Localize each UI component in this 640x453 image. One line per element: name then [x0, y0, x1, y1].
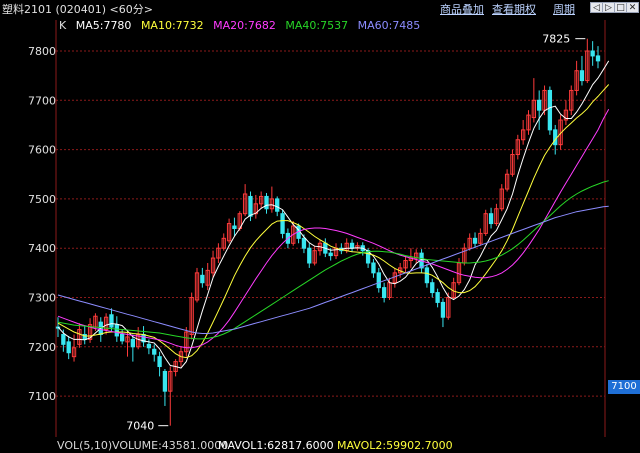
- title-bar: 塑料2101 (020401) <60分> 商品叠加 查看期权 周期 ◁ ▷ □…: [0, 0, 640, 18]
- low-label: 7040: [126, 420, 154, 433]
- candle-down: [579, 70, 585, 82]
- y-tick-label: 7500: [28, 193, 56, 206]
- candle-down: [435, 292, 440, 303]
- candle-down: [371, 262, 376, 274]
- candle-down: [349, 242, 355, 249]
- y-tick-label: 7300: [28, 292, 56, 305]
- candle-down: [440, 301, 446, 318]
- candle-down: [328, 252, 333, 257]
- candle-down: [275, 198, 280, 212]
- y-tick-label: 7700: [28, 94, 56, 107]
- high-label: 7825: [542, 33, 570, 46]
- mavol1-value: MAVOL1:62817.6000: [218, 439, 334, 452]
- candle-down: [152, 348, 157, 355]
- candles: [55, 38, 601, 426]
- candle-down: [109, 314, 114, 328]
- candle-down: [430, 282, 435, 294]
- candle-down: [162, 370, 168, 392]
- mavol2-value: MAVOL2:59902.7000: [337, 439, 453, 452]
- legend-ma20: MA20:7682: [213, 19, 276, 32]
- candle-down: [146, 343, 152, 349]
- candle-down: [200, 274, 205, 284]
- legend-ma10: MA10:7732: [140, 19, 204, 32]
- volume-bar: VOL(5,10) VOLUME:43581.0000 MAVOL1:62817…: [0, 437, 640, 453]
- candle-down: [488, 213, 494, 225]
- candle-down: [130, 338, 136, 348]
- window-title: 塑料2101 (020401) <60分>: [2, 3, 153, 16]
- kline-chart[interactable]: 7100 7200 7300 7400 7500 7600 7700 7800 7825 704…: [0, 0, 640, 437]
- ma-line-ma10: [57, 84, 610, 359]
- candle-down: [66, 341, 71, 354]
- candle-down: [157, 356, 162, 368]
- vol-label: VOL(5,10): [57, 439, 113, 452]
- legend-ma60: MA60:7485: [357, 19, 421, 32]
- candle-down: [120, 333, 125, 342]
- vol-value: VOLUME:43581.0000: [112, 439, 229, 452]
- candle-down: [553, 129, 558, 146]
- candle-down: [248, 195, 253, 217]
- candle-down: [472, 237, 478, 244]
- ma-line-ma40: [57, 180, 609, 340]
- ma-line-ma60: [57, 205, 609, 334]
- candle-down: [381, 287, 387, 299]
- legend-ma5: MA5:7780: [75, 19, 132, 32]
- current-price-tag: 7100: [608, 380, 640, 394]
- ma-line-ma5: [57, 60, 610, 369]
- candle-down: [307, 247, 312, 264]
- candle-down: [264, 195, 269, 210]
- candle-down: [590, 50, 595, 57]
- candle-down: [114, 324, 119, 337]
- candle-down: [424, 267, 430, 284]
- period-link[interactable]: 周期: [553, 1, 575, 17]
- y-tick-label: 7200: [28, 341, 56, 354]
- grid-lines: [55, 20, 606, 437]
- legend-ma40: MA40:7537: [285, 19, 349, 32]
- y-tick-label: 7600: [28, 144, 56, 157]
- candle-down: [537, 99, 542, 111]
- candle-down: [595, 55, 601, 62]
- view-option-link[interactable]: 查看期权: [492, 1, 536, 17]
- candle-down: [376, 272, 381, 289]
- ma-legend: K MA5:7780 MA10:7732 MA20:7682 MA40:7537…: [59, 19, 426, 32]
- candle-down: [547, 89, 553, 131]
- legend-k: K: [59, 19, 67, 32]
- ma-lines: [57, 60, 610, 369]
- candle-down: [301, 237, 307, 249]
- y-tick-label: 7100: [28, 390, 56, 403]
- y-axis: 7100 7200 7300 7400 7500 7600 7700 7800: [28, 45, 56, 403]
- close-icon[interactable]: ✕: [626, 2, 639, 13]
- y-tick-label: 7400: [28, 242, 56, 255]
- add-product-link[interactable]: 商品叠加: [440, 1, 484, 17]
- candle-down: [232, 225, 237, 229]
- y-tick-label: 7800: [28, 45, 56, 58]
- candle-down: [280, 213, 285, 234]
- annotations: 7825 7040: [126, 33, 586, 433]
- candle-down: [61, 333, 66, 345]
